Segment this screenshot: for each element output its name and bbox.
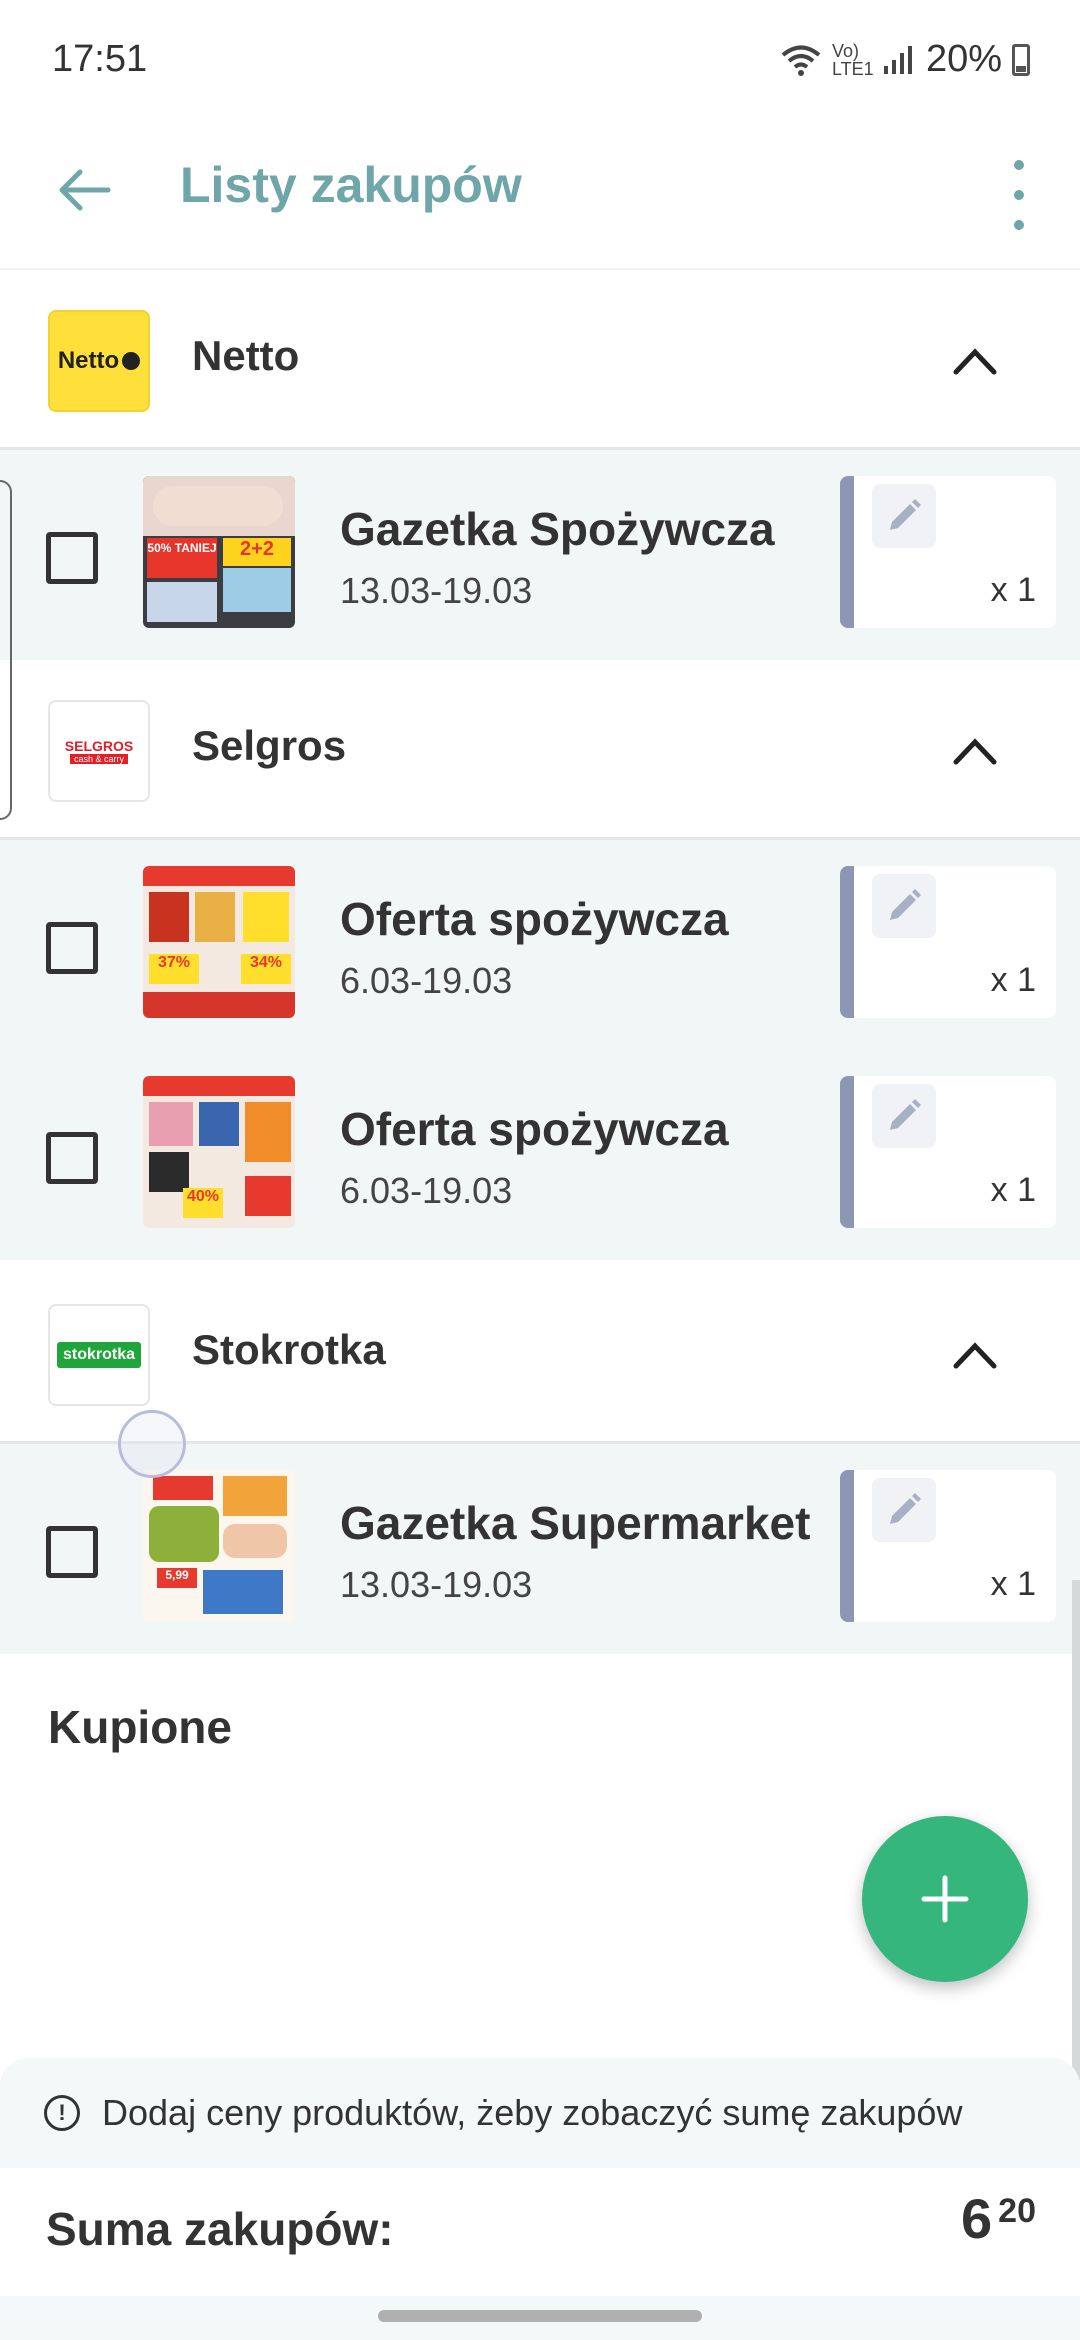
signal-icon xyxy=(883,45,912,74)
item-checkbox[interactable] xyxy=(46,1132,98,1184)
list-item[interactable]: 50% TANIEJ 2+2 Gazetka Spożywcza 13.03-1… xyxy=(0,450,1080,660)
edge-panel-handle[interactable] xyxy=(0,480,12,820)
add-button[interactable] xyxy=(862,1816,1028,1982)
flyer-thumbnail: 50% TANIEJ 2+2 xyxy=(143,476,295,628)
sum-label: Suma zakupów: xyxy=(46,2203,394,2255)
status-bar: 17:51 Vo) LTE1 20% xyxy=(0,0,1080,120)
home-indicator[interactable] xyxy=(378,2310,702,2322)
scrollbar[interactable] xyxy=(1072,1580,1080,2080)
item-checkbox[interactable] xyxy=(46,532,98,584)
stokrotka-logo: stokrotka xyxy=(48,1304,150,1406)
info-banner: ! Dodaj ceny produktów, żeby zobaczyć su… xyxy=(0,2058,1080,2168)
status-time: 17:51 xyxy=(52,38,148,80)
status-icons: Vo) LTE1 20% xyxy=(780,38,1030,81)
info-text: Dodaj ceny produktów, żeby zobaczyć sumę… xyxy=(102,2092,963,2133)
store-name: Netto xyxy=(192,332,300,379)
sum-value: 6 20 xyxy=(961,2186,1036,2251)
item-checkbox[interactable] xyxy=(46,922,98,974)
item-date: 13.03-19.03 xyxy=(340,570,533,611)
quantity-value: x 1 xyxy=(990,1565,1036,1603)
item-title: Oferta spożywcza xyxy=(340,893,729,945)
quantity-card[interactable]: x 1 xyxy=(840,1076,1056,1228)
battery-icon xyxy=(1012,43,1030,76)
more-vertical-icon[interactable] xyxy=(1004,160,1034,230)
info-circle-icon: ! xyxy=(44,2095,80,2131)
sum-value-dec: 20 xyxy=(998,2192,1036,2230)
app-bar: Listy zakupów xyxy=(0,120,1080,270)
arrow-left-icon[interactable] xyxy=(54,160,114,220)
pencil-icon[interactable] xyxy=(872,484,936,548)
flyer-thumbnail: 40% xyxy=(143,1076,295,1228)
flyer-thumbnail: 37% 34% xyxy=(143,866,295,1018)
pencil-icon[interactable] xyxy=(872,874,936,938)
item-checkbox[interactable] xyxy=(46,1526,98,1578)
page-title: Listy zakupów xyxy=(180,157,522,213)
flyer-thumbnail: 5,99 xyxy=(143,1470,295,1622)
item-title: Oferta spożywcza xyxy=(340,1103,729,1155)
pencil-icon[interactable] xyxy=(872,1084,936,1148)
sum-bar: Suma zakupów: 6 20 xyxy=(0,2168,1080,2296)
list-item[interactable]: 37% 34% Oferta spożywcza 6.03-19.03 x 1 xyxy=(0,840,1080,1050)
lte-icon: Vo) LTE1 xyxy=(831,40,874,79)
chevron-up-icon[interactable] xyxy=(950,336,1000,386)
item-date: 13.03-19.03 xyxy=(340,1564,533,1605)
quantity-value: x 1 xyxy=(990,961,1036,999)
quantity-card[interactable]: x 1 xyxy=(840,476,1056,628)
item-title: Gazetka Spożywcza xyxy=(340,503,775,555)
store-name: Stokrotka xyxy=(192,1326,386,1373)
chevron-up-icon[interactable] xyxy=(950,1330,1000,1380)
plus-icon xyxy=(921,1875,969,1923)
bought-section-title: Kupione xyxy=(48,1701,232,1753)
quantity-card[interactable]: x 1 xyxy=(840,866,1056,1018)
sum-value-int: 6 xyxy=(961,2187,993,2250)
quantity-value: x 1 xyxy=(990,1171,1036,1209)
store-name: Selgros xyxy=(192,722,347,769)
quantity-value: x 1 xyxy=(990,571,1036,609)
store-section-selgros[interactable]: SELGROS cash & carry Selgros xyxy=(0,660,1080,840)
wifi-icon xyxy=(781,45,821,76)
chevron-up-icon[interactable] xyxy=(950,726,1000,776)
touch-indicator xyxy=(118,1410,186,1478)
item-title: Gazetka Supermarket xyxy=(340,1497,811,1549)
pencil-icon[interactable] xyxy=(872,1478,936,1542)
item-date: 6.03-19.03 xyxy=(340,1170,513,1211)
item-date: 6.03-19.03 xyxy=(340,960,513,1001)
list-item[interactable]: 40% Oferta spożywcza 6.03-19.03 x 1 xyxy=(0,1050,1080,1260)
battery-percent: 20% xyxy=(925,38,1002,80)
quantity-card[interactable]: x 1 xyxy=(840,1470,1056,1622)
store-section-netto[interactable]: Netto Netto xyxy=(0,270,1080,450)
selgros-logo: SELGROS cash & carry xyxy=(48,700,150,802)
netto-logo: Netto xyxy=(48,310,150,412)
